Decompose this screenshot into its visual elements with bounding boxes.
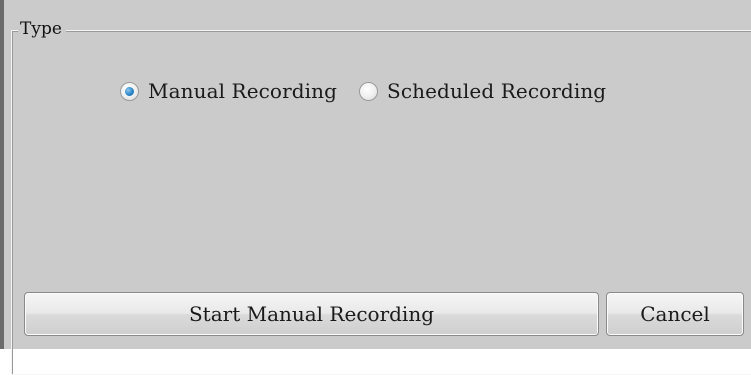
type-group-legend: Type xyxy=(18,18,66,40)
scheduled-recording-option[interactable]: Scheduled Recording xyxy=(359,79,606,103)
cancel-button[interactable]: Cancel xyxy=(606,292,744,336)
recording-dialog: Type Manual Recording Scheduled Recordin… xyxy=(0,0,751,375)
start-manual-recording-button[interactable]: Start Manual Recording xyxy=(24,292,599,336)
recording-type-radio-group: Manual Recording Scheduled Recording xyxy=(120,78,628,104)
scheduled-recording-label: Scheduled Recording xyxy=(387,79,607,103)
manual-recording-radio[interactable] xyxy=(120,81,139,101)
scheduled-recording-radio[interactable] xyxy=(359,81,379,101)
panel-left-edge xyxy=(0,0,4,349)
manual-recording-label: Manual Recording xyxy=(148,79,338,103)
manual-recording-option[interactable]: Manual Recording xyxy=(120,79,337,103)
